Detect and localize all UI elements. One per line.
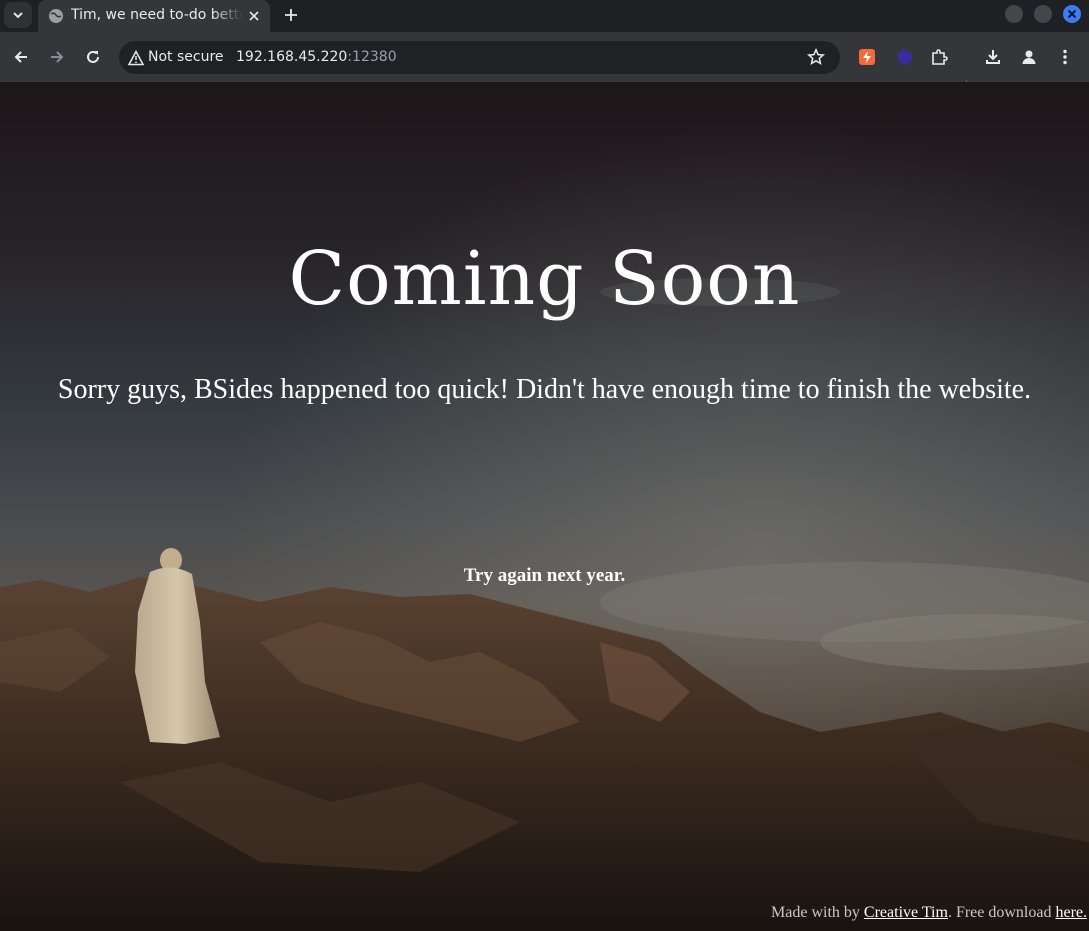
profile-icon[interactable] — [1020, 48, 1038, 66]
extensions-puzzle-icon[interactable] — [930, 48, 948, 66]
download-icon[interactable] — [984, 48, 1002, 66]
download-link[interactable]: here. — [1055, 904, 1087, 921]
close-tab-icon[interactable] — [246, 8, 262, 24]
forward-icon[interactable] — [48, 48, 66, 66]
background-photo — [0, 82, 1089, 931]
close-icon — [1067, 9, 1077, 19]
security-label[interactable]: Not secure — [148, 49, 224, 65]
address-bar[interactable]: Not secure 192.168.45.220:12380 — [119, 41, 840, 74]
new-tab-icon[interactable] — [282, 6, 300, 24]
tab-search-button[interactable] — [4, 2, 32, 28]
page-title: Coming Soon — [288, 236, 801, 322]
footer-middle: . Free download — [947, 904, 1056, 921]
back-icon[interactable] — [12, 48, 30, 66]
retry-message: Try again next year. — [463, 565, 626, 586]
reload-icon[interactable] — [84, 48, 102, 66]
extension-bolt-icon[interactable] — [858, 48, 876, 66]
maximize-button[interactable] — [1034, 5, 1052, 23]
page-viewport: Coming Soon Sorry guys, BSides happened … — [0, 82, 1089, 931]
active-tab[interactable]: Tim, we need to-do better — [38, 0, 270, 32]
close-window-button[interactable] — [1063, 5, 1081, 23]
footer-prefix: Made with by — [771, 904, 864, 921]
page-subtitle: Sorry guys, BSides happened too quick! D… — [57, 374, 1032, 405]
globe-icon — [49, 9, 63, 23]
url-host: 192.168.45.220 — [236, 49, 348, 65]
bookmark-star-icon[interactable] — [807, 48, 825, 66]
menu-kebab-icon[interactable] — [1056, 48, 1074, 66]
tab-title: Tim, we need to-do better — [71, 7, 243, 23]
minimize-button[interactable] — [1005, 5, 1023, 23]
url-port: :12380 — [347, 49, 397, 65]
url-text[interactable]: 192.168.45.220:12380 — [236, 49, 397, 65]
chevron-down-icon — [13, 12, 23, 19]
creative-tim-link[interactable]: Creative Tim — [864, 904, 948, 921]
footer-credit: Made with by Creative Tim. Free download… — [771, 904, 1087, 922]
extension-hexagon-icon[interactable] — [896, 48, 914, 66]
warning-icon — [128, 50, 144, 66]
tab-strip: Tim, we need to-do better — [0, 0, 1089, 32]
browser-toolbar: Not secure 192.168.45.220:12380 2 — [0, 32, 1089, 103]
